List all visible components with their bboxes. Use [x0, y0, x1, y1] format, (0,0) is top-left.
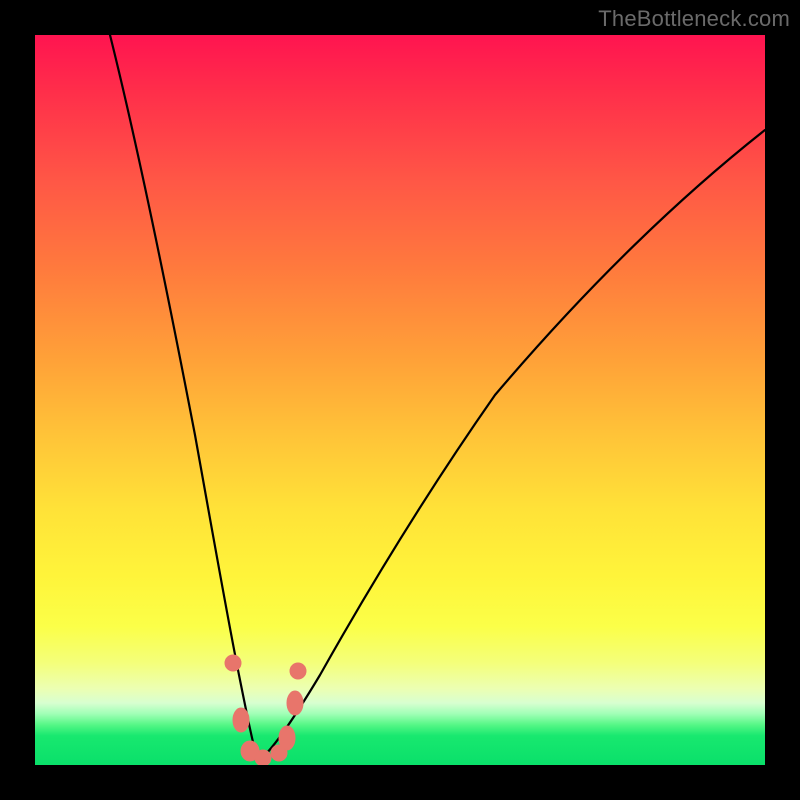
- marker-dot: [279, 726, 295, 750]
- marker-dot: [233, 708, 249, 732]
- marker-dot: [255, 750, 271, 765]
- bottleneck-curve: [35, 35, 765, 765]
- marker-group: [225, 655, 306, 765]
- marker-dot: [225, 655, 241, 671]
- curve-left-branch: [110, 35, 258, 761]
- outer-frame: TheBottleneck.com: [0, 0, 800, 800]
- plot-area: [35, 35, 765, 765]
- marker-dot: [287, 691, 303, 715]
- marker-dot: [290, 663, 306, 679]
- curve-right-branch: [258, 130, 765, 761]
- watermark-text: TheBottleneck.com: [598, 6, 790, 32]
